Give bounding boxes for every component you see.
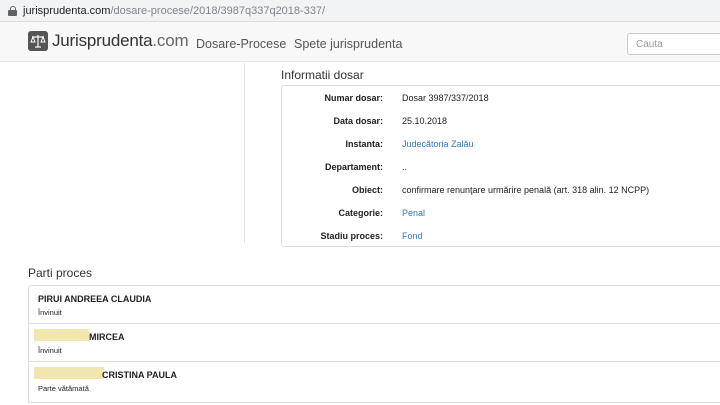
parti-section-title: Parti proces	[28, 266, 93, 280]
info-label: Stadiu proces:	[320, 231, 383, 241]
info-row-data: Data dosar: 25.10.2018	[282, 116, 720, 130]
instanta-link[interactable]: Judecătoria Zalău	[402, 139, 474, 149]
list-item: CRISTINA PAULA Parte vătămată	[29, 362, 720, 400]
info-row-departament: Departament: ..	[282, 162, 720, 176]
info-value: confirmare renunţare urmărire penală (ar…	[402, 185, 650, 195]
info-section-title: Informatii dosar	[281, 68, 364, 82]
url-host: jurisprudenta.com	[23, 4, 111, 17]
site-logo[interactable]: Jurisprudenta.com	[28, 31, 189, 51]
info-label: Data dosar:	[333, 116, 383, 126]
list-item: PIRUI ANDREEA CLAUDIA Învinuit	[29, 286, 720, 324]
nav-link-dosare-procese[interactable]: Dosare-Procese	[196, 37, 286, 51]
party-name: CRISTINA PAULA	[102, 370, 177, 380]
site-navbar: Jurisprudenta.com Dosare-Procese Spete j…	[0, 22, 720, 62]
info-value: 25.10.2018	[402, 116, 448, 126]
info-label: Obiect:	[351, 185, 383, 195]
info-value: Dosar 3987/337/2018	[402, 93, 489, 103]
info-row-categorie: Categorie: Penal	[282, 208, 720, 222]
info-value: ..	[402, 162, 408, 172]
info-panel: Numar dosar: Dosar 3987/337/2018 Data do…	[281, 85, 720, 247]
party-name: PIRUI ANDREEA CLAUDIA	[38, 294, 152, 304]
info-row-stadiu: Stadiu proces: Fond	[282, 231, 720, 245]
redaction-mark	[34, 367, 104, 379]
party-name: MIRCEA	[89, 332, 125, 342]
lock-icon	[8, 5, 17, 16]
info-label: Numar dosar:	[324, 93, 383, 103]
scales-icon	[28, 31, 48, 51]
logo-suffix: .com	[152, 31, 189, 50]
info-label: Categorie:	[338, 208, 383, 218]
info-label: Departament:	[324, 162, 383, 172]
browser-address-bar[interactable]: jurisprudenta.com/dosare-procese/2018/39…	[0, 0, 720, 22]
info-label: Instanta:	[345, 139, 383, 149]
info-row-numar: Numar dosar: Dosar 3987/337/2018	[282, 93, 720, 107]
search-input[interactable]	[627, 33, 720, 55]
parti-panel: PIRUI ANDREEA CLAUDIA Învinuit MIRCEA În…	[28, 285, 720, 403]
categorie-link[interactable]: Penal	[402, 208, 425, 218]
info-row-instanta: Instanta: Judecătoria Zalău	[282, 139, 720, 153]
redaction-mark	[34, 329, 89, 341]
info-row-obiect: Obiect: confirmare renunţare urmărire pe…	[282, 185, 720, 199]
logo-text: Jurisprudenta.com	[52, 31, 189, 51]
column-divider	[244, 63, 245, 243]
url-path: /dosare-procese/2018/3987q337q2018-337/	[110, 4, 326, 17]
list-item: MIRCEA Învinuit	[29, 324, 720, 362]
logo-main: Jurisprudenta	[52, 31, 153, 50]
party-role: Parte vătămată	[38, 384, 89, 393]
party-role: Învinuit	[38, 308, 62, 317]
nav-link-spete-jurisprudenta[interactable]: Spete jurisprudenta	[294, 37, 402, 51]
party-role: Învinuit	[38, 346, 62, 355]
stadiu-link[interactable]: Fond	[402, 231, 423, 241]
